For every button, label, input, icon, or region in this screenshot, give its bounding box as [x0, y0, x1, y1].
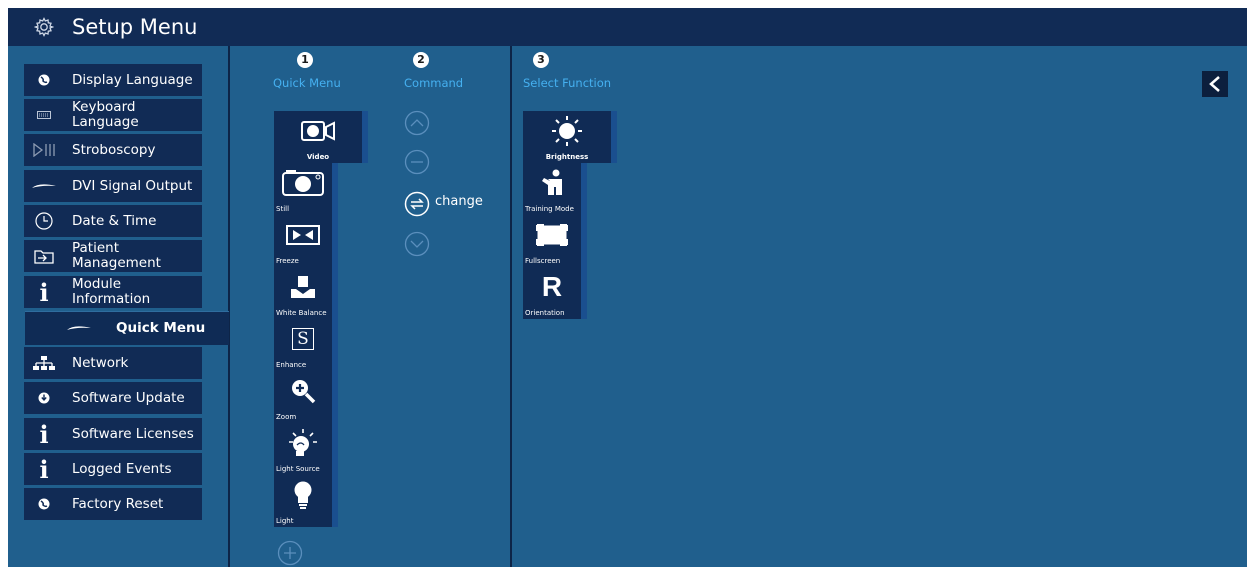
fullscreen-icon	[523, 219, 581, 251]
sidebar-item-quick-menu[interactable]: Quick Menu	[25, 311, 229, 345]
divider	[510, 46, 512, 567]
setup-window: Setup Menu Display Language Keyboard Lan…	[8, 8, 1247, 567]
sidebar-item-label: Network	[72, 354, 129, 371]
sidebar-item-dvi-signal-output[interactable]: DVI Signal Output	[24, 170, 202, 202]
divider	[228, 46, 230, 567]
orientation-icon: R	[541, 271, 563, 302]
sidebar-item-label: Module Information	[72, 276, 151, 307]
sidebar-item-label: Quick Menu	[116, 319, 206, 336]
sidebar-item-software-licenses[interactable]: i Software Licenses	[24, 418, 202, 450]
chevron-left-icon	[1209, 76, 1220, 92]
sidebar-item-label: Stroboscopy	[72, 141, 156, 158]
download-icon	[24, 382, 64, 414]
info-icon: i	[39, 454, 49, 484]
info-icon: i	[39, 419, 49, 449]
sidebar-item-factory-reset[interactable]: Factory Reset	[24, 488, 202, 520]
patient-folder-icon	[24, 240, 64, 272]
sidebar-item-label: Display Language	[72, 71, 193, 88]
clock-icon	[24, 205, 64, 237]
sidebar-item-logged-events[interactable]: i Logged Events	[24, 453, 202, 485]
column-header-select-function: Select Function	[523, 76, 612, 90]
reset-icon	[24, 488, 64, 520]
column-header-quick-menu: Quick Menu	[273, 76, 341, 90]
function-tile-brightness[interactable]: Brightness	[523, 111, 617, 163]
keyboard-icon	[24, 99, 64, 131]
move-down-button[interactable]	[404, 231, 430, 257]
back-button[interactable]	[1202, 71, 1228, 97]
quick-menu-tile-zoom[interactable]: Zoom	[274, 371, 338, 423]
sidebar-item-network[interactable]: Network	[24, 347, 202, 379]
add-button[interactable]	[277, 540, 303, 566]
enhance-icon: S	[274, 323, 332, 355]
page-title: Setup Menu	[72, 15, 198, 39]
step-number-1: 1	[297, 52, 313, 68]
camera-icon	[274, 167, 332, 199]
sidebar-item-label: Logged Events	[72, 460, 172, 477]
sidebar-item-label: DVI Signal Output	[72, 177, 193, 194]
bulb-icon	[274, 479, 332, 511]
quick-menu-tile-freeze[interactable]: Freeze	[274, 215, 338, 267]
quick-menu-tile-enhance[interactable]: S Enhance	[274, 319, 338, 371]
function-tile-orientation[interactable]: R Orientation	[523, 267, 587, 319]
tile-label: Fullscreen	[525, 257, 561, 265]
sidebar-item-stroboscopy[interactable]: Stroboscopy	[24, 134, 202, 166]
sidebar-item-label: Keyboard Language	[72, 99, 139, 130]
function-tile-fullscreen[interactable]: Fullscreen	[523, 215, 587, 267]
white-balance-icon	[274, 271, 332, 303]
tile-label: Light	[276, 517, 294, 525]
remove-button[interactable]	[404, 149, 430, 175]
column-header-command: Command	[404, 76, 464, 90]
tile-label: Orientation	[525, 309, 565, 317]
info-icon: i	[39, 277, 49, 307]
signal-icon	[24, 170, 64, 202]
function-tile-training-mode[interactable]: Training Mode	[523, 163, 587, 215]
title-bar: Setup Menu	[8, 8, 1247, 46]
quick-menu-icon	[49, 312, 109, 344]
tile-label: Still	[276, 205, 290, 213]
tile-label: Training Mode	[525, 205, 574, 213]
sidebar-item-label: Software Licenses	[72, 425, 194, 442]
change-label[interactable]: change	[435, 194, 483, 209]
tile-label: Freeze	[276, 257, 299, 265]
sidebar-item-label: Date & Time	[72, 212, 157, 229]
sidebar-item-display-language[interactable]: Display Language	[24, 64, 202, 96]
quick-menu-tile-light[interactable]: Light	[274, 475, 338, 527]
step-number-2: 2	[413, 52, 429, 68]
sidebar-item-patient-management[interactable]: Patient Management	[24, 240, 202, 272]
video-camera-icon	[274, 115, 362, 147]
zoom-icon	[274, 375, 332, 407]
quick-menu-tile-still[interactable]: Still	[274, 163, 338, 215]
move-up-button[interactable]	[404, 110, 430, 136]
sidebar-item-date-time[interactable]: Date & Time	[24, 205, 202, 237]
sidebar-item-label: Patient Management	[72, 240, 161, 271]
sidebar-item-software-update[interactable]: Software Update	[24, 382, 202, 414]
tile-label: Brightness	[545, 153, 589, 161]
sidebar-item-label: Factory Reset	[72, 495, 164, 512]
sidebar-item-label: Software Update	[72, 389, 185, 406]
gear-icon	[34, 17, 54, 37]
tile-label: Light Source	[276, 465, 320, 473]
tile-label: Enhance	[276, 361, 307, 369]
tile-label: White Balance	[276, 309, 327, 317]
light-source-icon	[274, 427, 332, 459]
step-number-3: 3	[533, 52, 549, 68]
freeze-icon	[274, 219, 332, 251]
sidebar-item-keyboard-language[interactable]: Keyboard Language	[24, 99, 202, 131]
training-icon	[523, 167, 581, 199]
sun-icon	[523, 115, 611, 147]
quick-menu-tile-light-source[interactable]: Light Source	[274, 423, 338, 475]
stroboscopy-icon	[24, 134, 64, 166]
tile-label: Video	[306, 153, 330, 161]
quick-menu-tile-video[interactable]: Video	[274, 111, 368, 163]
sidebar-item-module-information[interactable]: i Module Information	[24, 276, 202, 308]
quick-menu-tile-white-balance[interactable]: White Balance	[274, 267, 338, 319]
globe-icon	[24, 64, 64, 96]
change-button[interactable]	[404, 191, 430, 217]
network-icon	[24, 347, 64, 379]
tile-label: Zoom	[276, 413, 297, 421]
